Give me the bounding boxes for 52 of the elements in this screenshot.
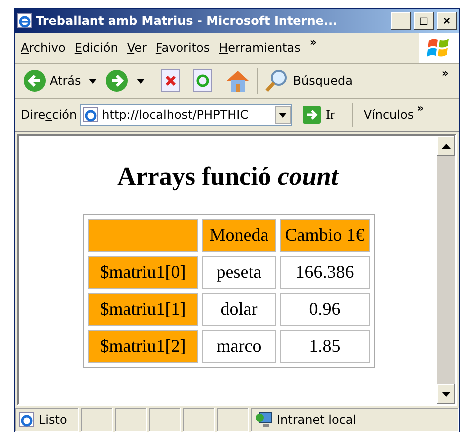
network-computer-icon [255,412,273,428]
menu-item[interactable]: Archivo [21,41,66,55]
more-chevron[interactable]: » [310,36,317,49]
table-cell: 1.85 [280,330,370,363]
header-cell: Cambio 1€ [280,219,370,252]
links-button[interactable]: Vínculos [364,108,414,122]
dropdown-caret-icon[interactable] [89,78,98,84]
header-cell: Moneda [202,219,276,252]
search-button[interactable]: Búsqueda [264,68,353,94]
refresh-icon[interactable] [193,69,214,93]
menu-item[interactable]: Favoritos [156,41,210,55]
table-cell: dolar [202,293,276,326]
up-arrow-icon [442,144,450,148]
page-icon [83,107,100,123]
scroll-down-button[interactable] [437,384,455,404]
status-pane [115,408,147,432]
window-control-button[interactable]: _ [391,12,411,30]
menu-item[interactable]: Edición [74,41,118,55]
menu-item[interactable]: Herramientas [219,41,301,55]
flag-logo-icon [427,37,451,59]
dropdown-caret-icon[interactable] [137,78,146,84]
row-header-cell: $matriu1[2] [88,330,198,363]
window-control-button[interactable]: □ [414,12,434,30]
address-label: Dirección [21,108,78,122]
browser-icon [17,13,33,29]
back-button[interactable]: Atrás [23,69,82,93]
zone-indicator: Intranet local [251,408,459,432]
go-button[interactable]: Ir [303,106,335,124]
scrollbar[interactable] [437,136,455,404]
more-chevron[interactable]: » [442,67,449,80]
down-arrow-icon [442,392,450,396]
row-header-cell: $matriu1[0] [88,256,198,289]
page-heading: Arrays funció count [117,162,338,192]
window-control-button[interactable]: × [437,12,457,30]
row-header-cell: $matriu1[1] [88,293,198,326]
status-pane [149,408,181,432]
status-pane [217,408,249,432]
more-chevron[interactable]: » [417,102,424,115]
menu-item[interactable]: Ver [127,41,147,55]
page-icon [19,412,35,428]
status-text: Listo [15,408,79,432]
dropdown-caret-icon[interactable] [275,106,292,124]
window-title: Treballant amb Matrius - Microsoft Interne... [36,14,339,28]
address-field[interactable]: http://localhost/PHPTHIC [80,104,292,126]
status-pane [183,408,215,432]
stop-icon[interactable] [161,69,182,93]
table-cell: 0.96 [280,293,370,326]
scroll-up-button[interactable] [437,136,455,156]
table-cell: 166.386 [280,256,370,289]
table-cell: marco [202,330,276,363]
table-cell: peseta [202,256,276,289]
status-pane [81,408,113,432]
